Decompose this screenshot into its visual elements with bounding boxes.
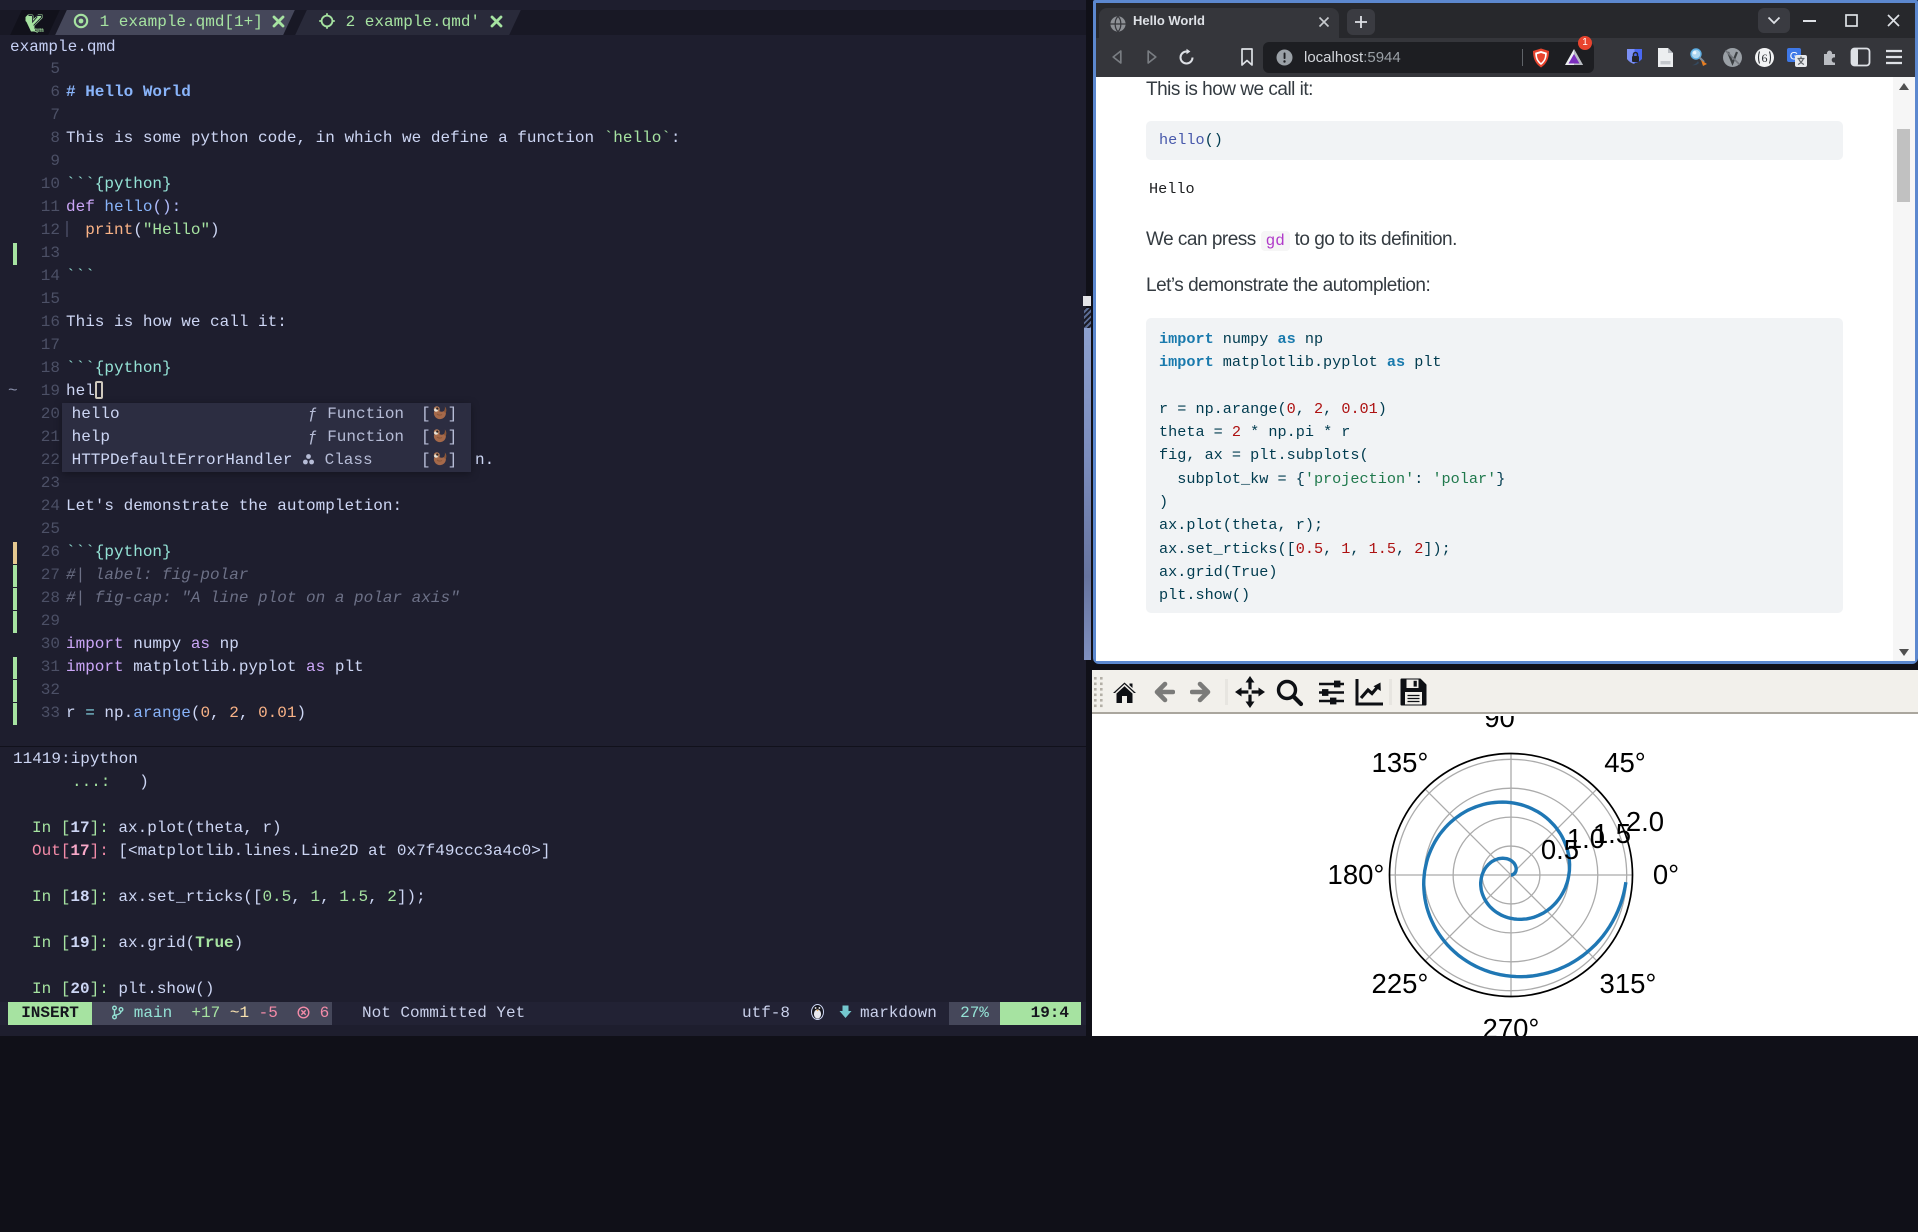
svg-text:45°: 45° — [1604, 747, 1646, 778]
svg-text:135°: 135° — [1372, 747, 1429, 778]
svg-text:270°: 270° — [1483, 1013, 1540, 1036]
svg-text:315°: 315° — [1600, 968, 1657, 999]
svg-text:6: 6 — [1762, 51, 1768, 65]
svg-text:qmd: qmd — [34, 27, 44, 33]
svg-text:180°: 180° — [1328, 859, 1385, 890]
svg-text:90°: 90° — [1484, 716, 1526, 733]
svg-text:2.0: 2.0 — [1626, 806, 1664, 837]
svg-text:0°: 0° — [1653, 859, 1679, 890]
svg-text:225°: 225° — [1372, 968, 1429, 999]
